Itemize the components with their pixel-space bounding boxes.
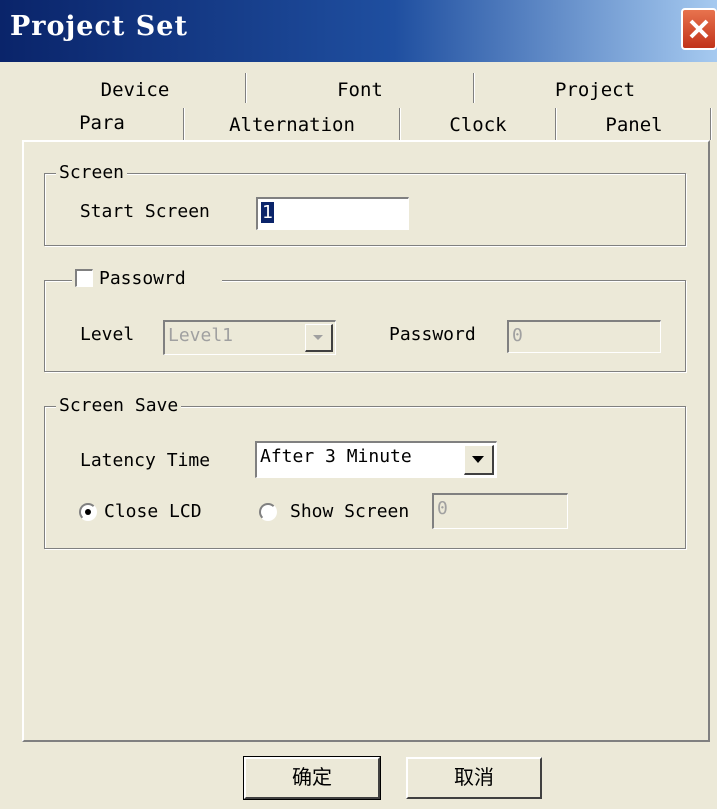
tab-divider (473, 73, 475, 103)
chevron-down-icon (472, 456, 484, 463)
show-screen-radio[interactable] (259, 503, 277, 521)
tab-project[interactable]: Project (480, 73, 710, 107)
tab-clock[interactable]: Clock (404, 108, 552, 142)
tab-panel[interactable]: Panel (560, 108, 708, 142)
close-lcd-radio[interactable] (79, 503, 97, 521)
tab-divider (399, 108, 401, 140)
start-screen-input[interactable]: 1 (256, 197, 409, 230)
password-checkbox-label: Passowrd (99, 268, 186, 289)
password-group-title: Passowrd (72, 268, 222, 290)
cancel-button[interactable]: 取消 (406, 757, 542, 799)
level-label: Level (80, 324, 135, 345)
close-icon (689, 19, 709, 39)
latency-time-value: After 3 Minute (260, 446, 412, 467)
password-input[interactable]: 0 (507, 320, 661, 353)
ok-button[interactable]: 确定 (243, 756, 381, 800)
tab-divider (245, 73, 247, 103)
level-dropdown-button[interactable] (305, 324, 333, 352)
tab-para[interactable]: Para (24, 106, 180, 140)
tab-device[interactable]: Device (26, 73, 244, 107)
latency-time-select[interactable]: After 3 Minute (255, 441, 497, 478)
level-select[interactable]: Level1 (163, 320, 336, 355)
screen-group-title: Screen (56, 162, 128, 184)
close-button[interactable] (681, 8, 717, 50)
title-bar: Project Set (0, 0, 717, 62)
close-lcd-label: Close LCD (104, 501, 202, 522)
tab-alternation[interactable]: Alternation (188, 108, 396, 142)
password-label: Password (389, 324, 476, 345)
password-checkbox[interactable] (75, 269, 93, 287)
level-select-value: Level1 (168, 325, 234, 346)
start-screen-value: 1 (261, 202, 274, 223)
tab-font[interactable]: Font (250, 73, 470, 107)
window-title: Project Set (10, 11, 188, 42)
tab-divider (183, 108, 185, 142)
show-screen-input[interactable]: 0 (432, 493, 568, 529)
tab-divider (710, 108, 712, 140)
latency-time-label: Latency Time (80, 450, 211, 471)
screen-save-group-title: Screen Save (56, 395, 182, 417)
chevron-down-icon (313, 335, 323, 340)
tab-divider (555, 108, 557, 140)
latency-dropdown-button[interactable] (464, 445, 494, 475)
show-screen-label: Show Screen (290, 501, 410, 522)
start-screen-label: SStart Screen (79, 201, 210, 222)
